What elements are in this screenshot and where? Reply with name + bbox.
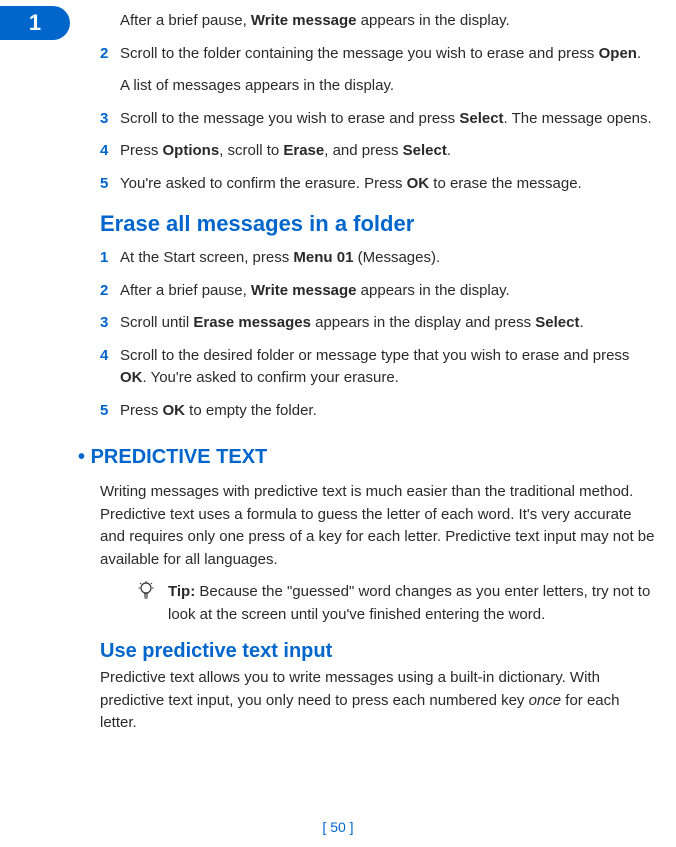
step: 5Press OK to empty the folder. xyxy=(100,400,656,423)
step-text: At the Start screen, press Menu 01 (Mess… xyxy=(120,247,656,270)
step-text: Press Options, scroll to Erase, and pres… xyxy=(120,140,656,163)
step: 2Scroll to the folder containing the mes… xyxy=(100,43,656,66)
step: 4Scroll to the desired folder or message… xyxy=(100,345,656,390)
section-title: PREDICTIVE TEXT xyxy=(91,446,268,468)
step-number: 4 xyxy=(100,140,120,163)
step-text: Scroll until Erase messages appears in t… xyxy=(120,312,656,335)
chapter-tab: 1 xyxy=(0,6,70,40)
step: 1At the Start screen, press Menu 01 (Mes… xyxy=(100,247,656,270)
step-number: 3 xyxy=(100,312,120,335)
step-number: 3 xyxy=(100,108,120,131)
step: 3Scroll until Erase messages appears in … xyxy=(100,312,656,335)
step-number: 5 xyxy=(100,400,120,423)
step-text: You're asked to confirm the erasure. Pre… xyxy=(120,173,656,196)
step: 3Scroll to the message you wish to erase… xyxy=(100,108,656,131)
step-text: Scroll to the message you wish to erase … xyxy=(120,108,656,131)
step-text: Press OK to empty the folder. xyxy=(120,400,656,423)
step-number: 2 xyxy=(100,280,120,303)
step-number: 4 xyxy=(100,345,120,390)
tip-block: Tip: Because the "guessed" word changes … xyxy=(138,581,656,626)
step-text: After a brief pause, Write message appea… xyxy=(120,280,656,303)
chapter-number: 1 xyxy=(29,10,41,36)
step-text: After a brief pause, Write message appea… xyxy=(120,10,656,33)
predictive-body: Predictive text allows you to write mess… xyxy=(100,667,656,735)
page-content: After a brief pause, Write message appea… xyxy=(0,0,676,735)
heading-erase-all: Erase all messages in a folder xyxy=(100,211,656,237)
step: 2After a brief pause, Write message appe… xyxy=(100,280,656,303)
bullet: • xyxy=(78,446,85,468)
tip-text: Tip: Because the "guessed" word changes … xyxy=(168,581,656,626)
step: After a brief pause, Write message appea… xyxy=(100,10,656,33)
step: 5You're asked to confirm the erasure. Pr… xyxy=(100,173,656,196)
page-number: [ 50 ] xyxy=(0,819,676,835)
step-text: Scroll to the folder containing the mess… xyxy=(120,43,656,66)
step-number: 1 xyxy=(100,247,120,270)
lightbulb-icon xyxy=(138,581,160,626)
predictive-intro: Writing messages with predictive text is… xyxy=(100,481,656,571)
step: 4Press Options, scroll to Erase, and pre… xyxy=(100,140,656,163)
step-number: 2 xyxy=(100,43,120,66)
step-note: A list of messages appears in the displa… xyxy=(120,75,656,98)
step-number: 5 xyxy=(100,173,120,196)
heading-use-predictive: Use predictive text input xyxy=(100,640,656,663)
step-number xyxy=(100,10,120,33)
step-text: Scroll to the desired folder or message … xyxy=(120,345,656,390)
section-predictive-text: • PREDICTIVE TEXT xyxy=(78,446,656,469)
